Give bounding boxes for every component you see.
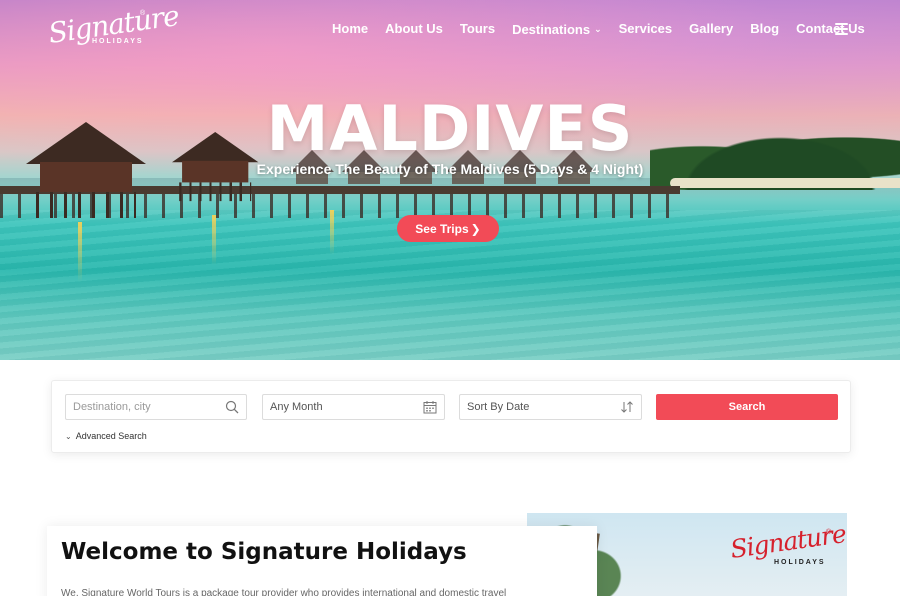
trip-search-panel: Any Month Sort By Date Search ⌄ Advanced… bbox=[51, 380, 851, 453]
nav-item-contact-us[interactable]: Contact Us bbox=[796, 20, 865, 38]
month-select[interactable]: Any Month bbox=[262, 394, 445, 420]
advanced-search-toggle[interactable]: ⌄ Advanced Search bbox=[65, 431, 147, 441]
welcome-title: Welcome to Signature Holidays bbox=[61, 539, 467, 565]
photo-logo-subtitle: HOLIDAYS bbox=[774, 559, 826, 566]
chevron-down-icon: ⌄ bbox=[65, 431, 72, 441]
sort-select-value: Sort By Date bbox=[467, 401, 530, 413]
hero-title: MALDIVES bbox=[266, 92, 634, 165]
photo-logo-script: Signature bbox=[728, 519, 847, 564]
nav-item-services[interactable]: Services bbox=[619, 20, 673, 38]
logo-registered-mark: ® bbox=[140, 10, 146, 17]
nav-item-home[interactable]: Home bbox=[332, 20, 368, 38]
chevron-down-icon: ⌄ bbox=[594, 24, 602, 34]
photo-logo: Signature ® HOLIDAYS bbox=[729, 519, 847, 577]
search-button[interactable]: Search bbox=[656, 394, 838, 420]
nav-item-destinations[interactable]: Destinations ⌄ bbox=[512, 20, 602, 38]
logo-subtitle: HOLIDAYS bbox=[92, 38, 144, 45]
see-trips-label: See Trips bbox=[415, 221, 469, 236]
hero-banner bbox=[0, 0, 900, 360]
hero-subtitle: Experience The Beauty of The Maldives (5… bbox=[256, 161, 644, 177]
nav-item-about-us[interactable]: About Us bbox=[385, 20, 443, 38]
destination-field[interactable] bbox=[65, 394, 247, 420]
search-icon[interactable] bbox=[225, 400, 239, 414]
chevron-right-icon: ❯ bbox=[470, 221, 481, 236]
nav-item-blog[interactable]: Blog bbox=[750, 20, 779, 38]
advanced-search-label: Advanced Search bbox=[75, 431, 147, 441]
photo-logo-registered-mark: ® bbox=[826, 529, 832, 536]
sort-select[interactable]: Sort By Date bbox=[459, 394, 642, 420]
destination-input[interactable] bbox=[66, 395, 246, 419]
welcome-text: We, Signature World Tours is a package t… bbox=[61, 588, 507, 596]
nav-item-tours[interactable]: Tours bbox=[460, 20, 495, 38]
see-trips-button[interactable]: See Trips ❯ bbox=[397, 215, 499, 242]
nav-item-destinations-label: Destinations bbox=[512, 22, 591, 37]
hamburger-icon[interactable] bbox=[835, 23, 848, 35]
month-select-value: Any Month bbox=[270, 401, 323, 413]
sort-arrows-icon bbox=[621, 401, 633, 413]
welcome-card: Welcome to Signature Holidays We, Signat… bbox=[47, 526, 597, 596]
site-logo[interactable]: Signature ® HOLIDAYS bbox=[46, 0, 180, 52]
nav-item-gallery[interactable]: Gallery bbox=[689, 20, 733, 38]
calendar-icon bbox=[423, 401, 437, 414]
main-nav: Home About Us Tours Destinations ⌄ Servic… bbox=[332, 20, 882, 38]
